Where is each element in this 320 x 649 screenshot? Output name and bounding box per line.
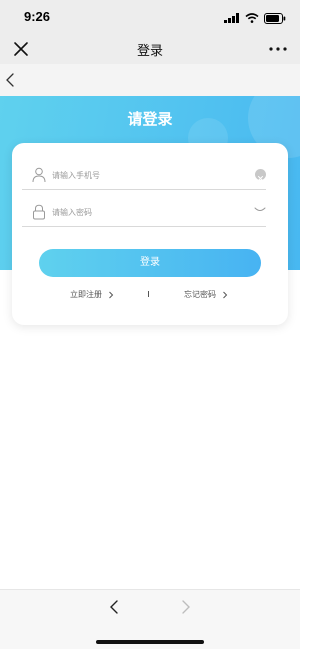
battery-icon xyxy=(264,12,286,24)
password-field xyxy=(22,201,266,227)
status-bar: 9:26 xyxy=(0,0,300,34)
hero-title: 请登录 xyxy=(127,111,173,128)
more-icon[interactable] xyxy=(268,42,288,56)
status-icons xyxy=(224,12,286,24)
forgot-password-link[interactable]: 忘记密码 xyxy=(184,289,228,300)
phone-field xyxy=(22,164,266,190)
clear-icon[interactable] xyxy=(255,169,266,181)
eye-closed-icon[interactable] xyxy=(254,207,266,213)
chevron-right-icon xyxy=(223,291,228,298)
register-link[interactable]: 立即注册 xyxy=(70,289,114,300)
home-indicator xyxy=(96,640,204,644)
phone-input[interactable] xyxy=(52,166,252,184)
chevron-left-icon[interactable] xyxy=(4,72,16,88)
password-input[interactable] xyxy=(52,203,252,221)
forgot-label: 忘记密码 xyxy=(184,290,216,299)
status-time: 9:26 xyxy=(24,9,51,24)
chevron-left-icon[interactable] xyxy=(108,599,120,615)
register-label: 立即注册 xyxy=(70,290,102,299)
nav-bar: 登录 xyxy=(0,34,300,64)
user-icon xyxy=(32,167,46,183)
chevron-right-icon xyxy=(109,291,114,298)
wifi-icon xyxy=(245,13,259,23)
signal-icon xyxy=(224,13,239,23)
chevron-right-icon[interactable] xyxy=(180,599,192,615)
close-icon[interactable] xyxy=(12,40,30,58)
link-divider xyxy=(148,291,149,297)
lock-icon xyxy=(33,204,45,220)
login-button[interactable]: 登录 xyxy=(39,249,261,277)
back-row xyxy=(0,64,300,96)
page-title: 登录 xyxy=(136,43,163,58)
